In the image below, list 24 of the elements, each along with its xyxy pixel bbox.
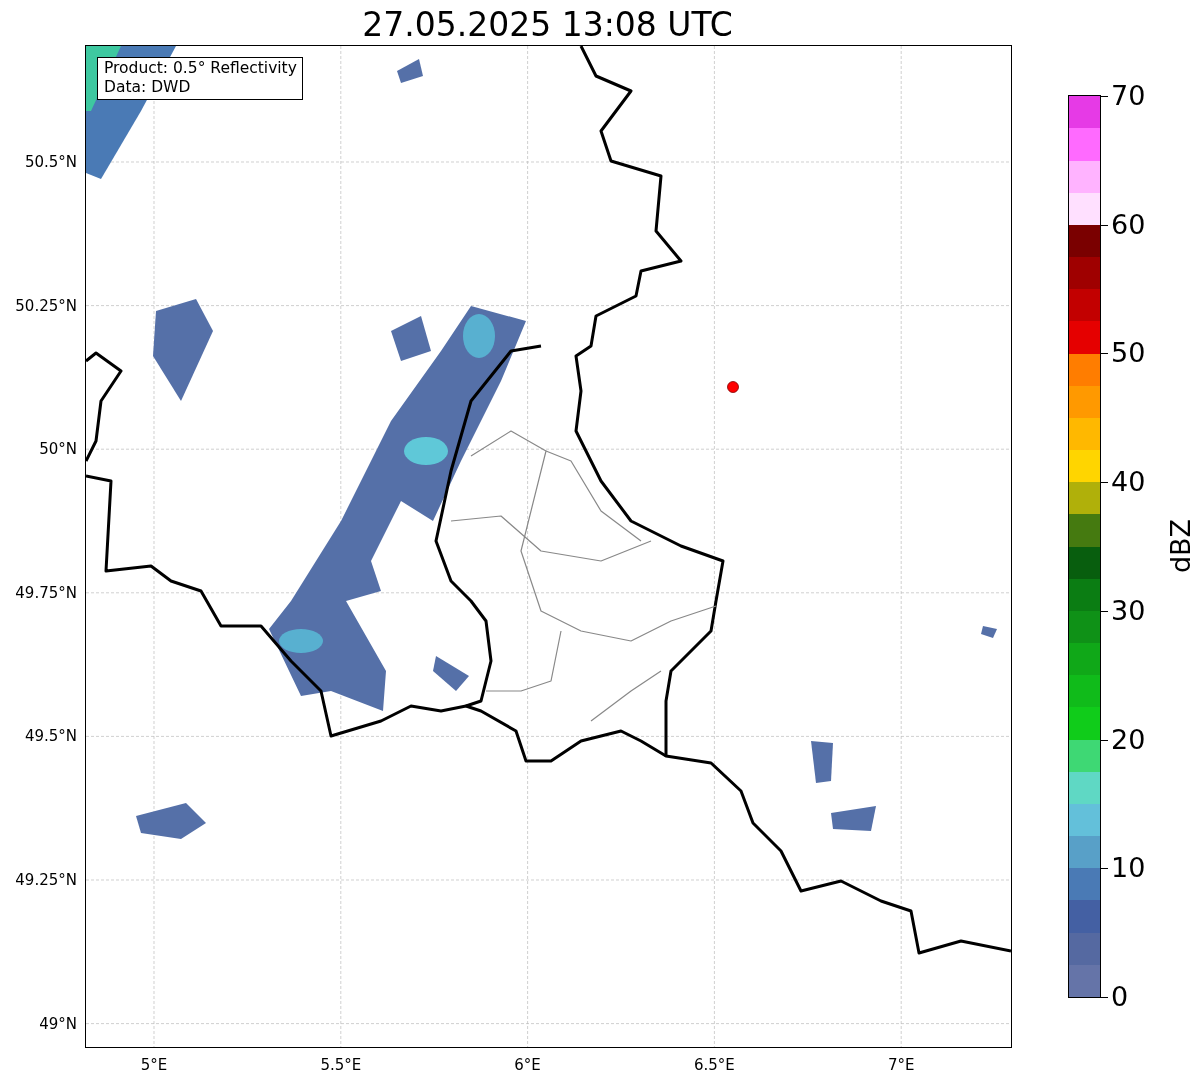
chart-title: 27.05.2025 13:08 UTC	[362, 4, 733, 46]
y-axis-label: 49.5°N	[24, 726, 77, 748]
colorbar-tick-label: 50	[1111, 338, 1146, 369]
y-axis-label: 49.75°N	[15, 582, 77, 604]
info-text: Data: DWD	[104, 78, 192, 97]
y-axis-label: 49°N	[39, 1013, 77, 1035]
info-text: Product: 0.5° Reflectivity	[104, 59, 297, 78]
colorbar-tick-label: 20	[1111, 724, 1146, 755]
x-axis-label: 7°E	[887, 1055, 915, 1076]
colorbar-tick-label: 70	[1111, 81, 1146, 111]
x-axis-label: 5°E	[140, 1055, 168, 1076]
colorbar-label: dBZ	[1163, 518, 1197, 574]
y-axis-label: 50.5°N	[24, 151, 77, 173]
colorbar-tick-label: 30	[1111, 595, 1146, 626]
x-axis-label: 6°E	[514, 1055, 541, 1076]
colorbar-tick-label: 0	[1111, 982, 1129, 1012]
y-axis-label: 50°N	[39, 438, 77, 460]
x-axis-label: 5.5°E	[320, 1055, 362, 1076]
colorbar-tick-label: 10	[1111, 853, 1146, 884]
y-axis-label: 50.25°N	[15, 295, 77, 317]
x-axis-label: 6.5°E	[693, 1055, 735, 1076]
y-axis-label: 49.25°N	[15, 869, 77, 891]
colorbar-tick-label: 40	[1111, 467, 1146, 498]
colorbar-tick-label: 60	[1111, 209, 1146, 240]
